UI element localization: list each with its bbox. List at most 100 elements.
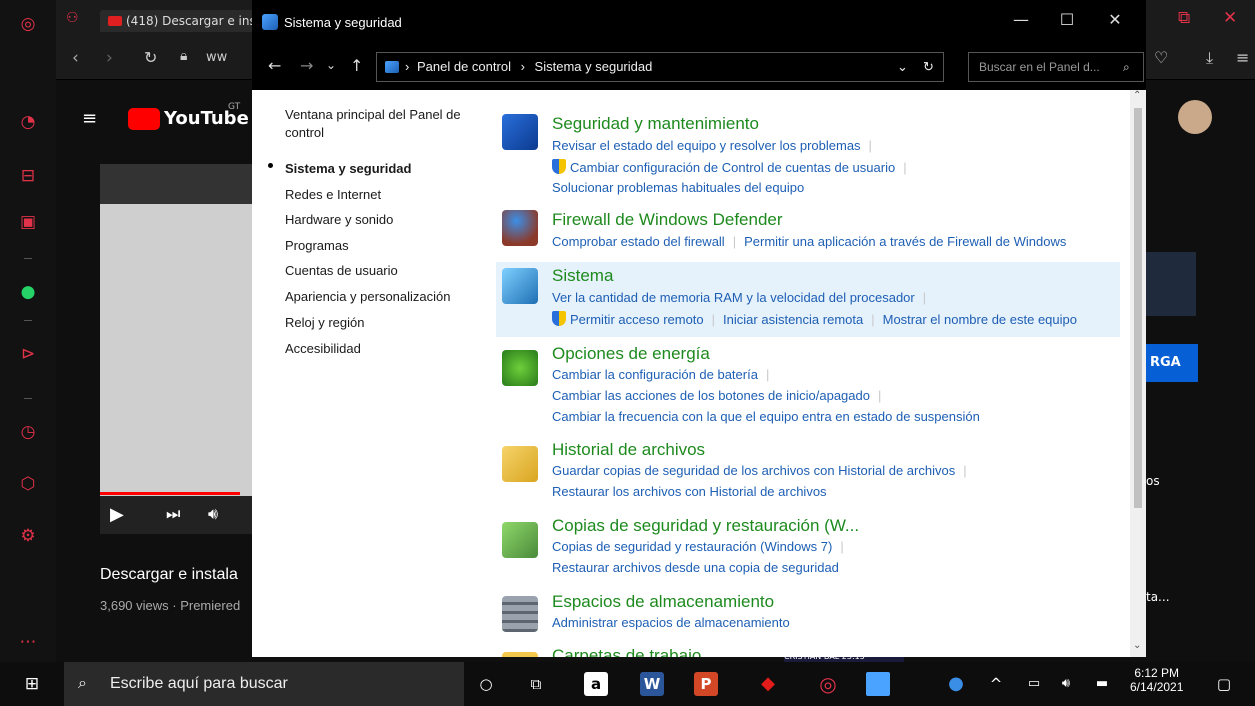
address-fragment[interactable]: ww [206, 50, 227, 65]
sidebar-item-sistema-seguridad[interactable]: Sistema y seguridad [285, 160, 411, 178]
sidebar-item-accesibilidad[interactable]: Accesibilidad [285, 340, 361, 358]
history-icon[interactable]: ◷ [18, 422, 38, 442]
extensions-icon[interactable]: ⬡ [18, 474, 38, 494]
heart-icon[interactable]: ♡ [1154, 48, 1168, 67]
progress-bar[interactable] [100, 492, 240, 495]
taskbar-search-placeholder: Escribe aquí para buscar [110, 675, 288, 692]
recent-locations-icon[interactable]: ⌄ [326, 58, 336, 72]
storage-spaces-icon [502, 596, 538, 632]
easy-setup-icon[interactable]: ≡ [1236, 48, 1249, 67]
minimize-button[interactable]: — [998, 10, 1044, 29]
snap-icon[interactable]: ⧉ [1178, 8, 1190, 28]
youtube-logo-icon[interactable] [128, 108, 160, 130]
sidebar-divider [24, 320, 32, 321]
game-icon[interactable]: ⚇ [66, 10, 79, 26]
category-title[interactable]: Firewall de Windows Defender [552, 210, 783, 230]
task-view-icon[interactable]: ⧉ [524, 672, 548, 696]
current-bullet [268, 163, 273, 168]
whatsapp-icon[interactable]: ● [18, 282, 38, 302]
control-panel-titlebar: Sistema y seguridad — ☐ ✕ [252, 0, 1146, 46]
uac-shield-icon [552, 159, 566, 174]
network-icon[interactable]: ▬ [1090, 672, 1114, 696]
speed-dial-icon[interactable]: ◔ [18, 112, 38, 132]
task-link: Administrar espacios de almacenamiento [552, 615, 790, 630]
sidebar-item-apariencia[interactable]: Apariencia y personalización [285, 288, 450, 306]
sidebar-item-redes[interactable]: Redes e Internet [285, 186, 381, 204]
category-title[interactable]: Seguridad y mantenimiento [552, 114, 759, 134]
category-title[interactable]: Copias de seguridad y restauración (W... [552, 516, 859, 536]
clock[interactable]: 6:12 PM 6/14/2021 [1130, 666, 1183, 694]
help-icon[interactable]: ● [944, 672, 968, 696]
taskbar-search-input[interactable]: ⌕ Escribe aquí para buscar [64, 662, 464, 706]
flag-icon [502, 114, 538, 150]
search-input[interactable]: Buscar en el Panel d... ⌕ [968, 52, 1144, 82]
video-title: Descargar e instala [100, 566, 238, 583]
refresh-icon[interactable]: ↻ [923, 53, 934, 81]
avatar[interactable] [1178, 100, 1212, 134]
player-icon[interactable]: ⊳ [18, 344, 38, 364]
task-link: Cambiar las acciones de los botones de i… [552, 388, 882, 403]
settings-icon[interactable]: ⚙ [18, 526, 38, 546]
maximize-button[interactable]: ☐ [1044, 10, 1090, 29]
youtube-tab[interactable]: (418) Descargar e ins [100, 10, 255, 32]
breadcrumb-root[interactable]: Panel de control [417, 59, 511, 74]
up-icon[interactable]: ↑ [350, 56, 363, 75]
category-title[interactable]: Historial de archivos [552, 440, 705, 460]
scroll-up-icon[interactable]: ⌃ [1133, 90, 1141, 101]
category-title[interactable]: Carpetas de trabajo [552, 646, 701, 657]
download-icon[interactable]: ⤓ [1206, 48, 1213, 68]
search-icon[interactable]: ⌕ [1123, 53, 1130, 81]
volume-icon[interactable]: 🔊︎ [1054, 672, 1078, 696]
category-title[interactable]: Sistema [552, 266, 613, 286]
breadcrumb[interactable]: › Panel de control › Sistema y seguridad… [376, 52, 944, 82]
twitch-icon[interactable]: ▣ [18, 212, 38, 232]
search-placeholder: Buscar en el Panel d... [979, 60, 1100, 74]
amazon-icon[interactable]: a [584, 672, 608, 696]
cortana-icon[interactable]: ○ [474, 672, 498, 696]
word-icon[interactable]: W [640, 672, 664, 696]
browser-forward-icon[interactable]: › [106, 48, 113, 68]
opera-sidebar: ◎ ◔ ⊟ ▣ ● ⊳ ◷ ⬡ ⚙ ⋯ [0, 0, 56, 662]
category-title[interactable]: Espacios de almacenamiento [552, 592, 774, 612]
windows-start-icon[interactable]: ⊞ [20, 672, 44, 696]
back-icon[interactable]: ← [268, 56, 281, 75]
breadcrumb-current[interactable]: Sistema y seguridad [535, 59, 653, 74]
browser-close-icon[interactable]: ✕ [1223, 8, 1237, 28]
sidebar-item-reloj[interactable]: Reloj y región [285, 314, 365, 332]
category-seguridad: Seguridad y mantenimiento Revisar el est… [496, 108, 1120, 195]
volume-icon[interactable]: 🔊︎ [208, 504, 218, 524]
next-icon[interactable]: ⏭ [166, 504, 180, 524]
sidebar-item-cuentas[interactable]: Cuentas de usuario [285, 262, 398, 280]
category-energia: Opciones de energía Cambiar la configura… [496, 344, 1120, 426]
scrollbar-thumb[interactable] [1134, 108, 1142, 508]
shopping-bag-icon[interactable]: ⊟ [18, 166, 38, 186]
menu-icon[interactable]: ≡ [82, 108, 97, 129]
control-panel-taskbar-icon[interactable] [866, 672, 890, 696]
powerpoint-icon[interactable]: P [694, 672, 718, 696]
chevron-down-icon[interactable]: ⌄ [897, 53, 908, 81]
roblox-icon[interactable]: ◆ [756, 672, 780, 696]
reload-icon[interactable]: ↻ [144, 48, 157, 67]
battery-icon[interactable]: ▭ [1022, 672, 1046, 696]
more-icon[interactable]: ⋯ [18, 632, 38, 652]
download-button[interactable]: RGA [1146, 344, 1198, 382]
work-folders-icon [502, 652, 538, 657]
opera-icon[interactable]: ◎ [816, 672, 840, 696]
country-code: GT [228, 102, 241, 112]
browser-back-icon[interactable]: ‹ [72, 48, 79, 68]
scroll-down-icon[interactable]: ⌄ [1133, 640, 1141, 651]
show-hidden-icons[interactable]: ^ [984, 672, 1008, 696]
tab-title: (418) Descargar e ins [126, 14, 255, 28]
sidebar-item-hardware[interactable]: Hardware y sonido [285, 211, 393, 229]
category-title[interactable]: Opciones de energía [552, 344, 710, 364]
vertical-scrollbar[interactable]: ⌃ ⌄ [1130, 90, 1146, 657]
opera-logo-icon[interactable]: ◎ [18, 14, 38, 34]
forward-icon[interactable]: → [300, 56, 313, 75]
play-icon[interactable]: ▶ [110, 504, 124, 525]
notifications-icon[interactable]: ▢ [1212, 672, 1236, 696]
close-button[interactable]: ✕ [1092, 10, 1138, 29]
sidebar-item-home[interactable]: Ventana principal del Panel de control [285, 106, 475, 142]
sidebar-divider [24, 258, 32, 259]
sidebar-item-programas[interactable]: Programas [285, 237, 349, 255]
task-link: Cambiar la configuración de batería | [552, 367, 770, 382]
